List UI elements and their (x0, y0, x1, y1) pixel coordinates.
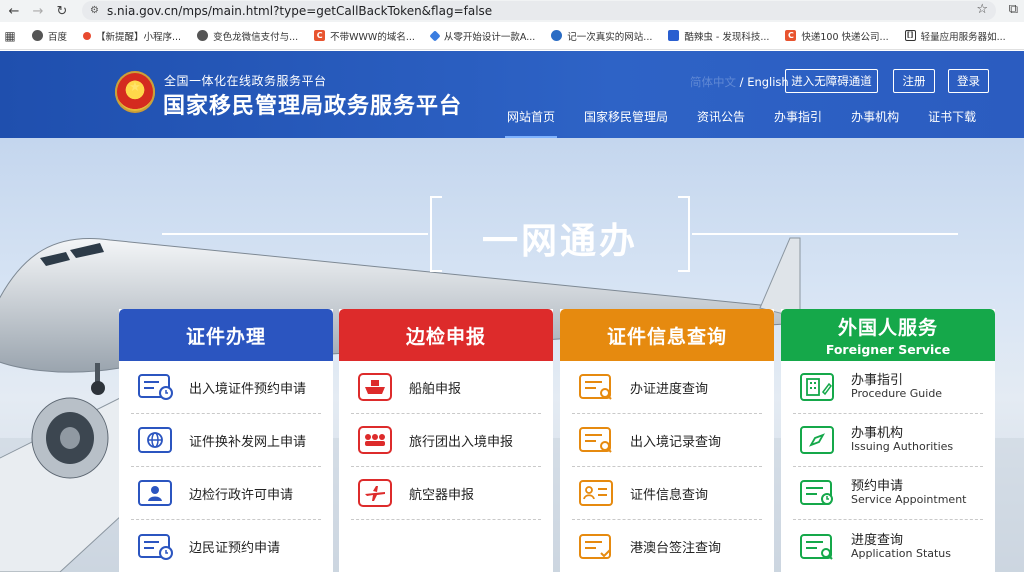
bookmark-item[interactable]: 变色龙微信支付与... (197, 29, 298, 43)
list-item[interactable]: 办事机构 Issuing Authorities (793, 414, 983, 467)
url-text: s.nia.gov.cn/mps/main.html?type=getCallB… (106, 3, 493, 18)
bookmark-item[interactable]: 【新提醒】小程序... (83, 29, 181, 43)
globe-card-icon (138, 427, 172, 453)
diamond-icon (429, 29, 441, 42)
nav-news[interactable]: 资讯公告 (697, 108, 745, 132)
bracket-logo-icon: [] (904, 30, 916, 41)
document-search-icon (800, 533, 833, 560)
nav-offices[interactable]: 办事机构 (851, 108, 899, 132)
officer-card-icon (138, 480, 172, 506)
bug-icon (668, 30, 680, 41)
list-item[interactable]: 预约申请 Service Appointment (793, 467, 983, 520)
hero-heading: 一网通办 (430, 196, 690, 272)
group-icon (358, 426, 392, 454)
reload-icon[interactable]: ↻ (52, 1, 72, 21)
register-button[interactable]: 注册 (893, 69, 935, 93)
nav-cert-download[interactable]: 证书下载 (928, 108, 976, 132)
bookmark-item[interactable]: 从零开始设计一款A... (429, 29, 535, 43)
nav-guide[interactable]: 办事指引 (774, 108, 822, 132)
bookmark-item[interactable]: 酷辣虫 - 发现科技... (668, 29, 769, 43)
page-title: 国家移民管理局政务服务平台 (163, 94, 463, 119)
list-item[interactable]: 港澳台签注查询 (572, 520, 762, 572)
card-header[interactable]: 证件信息查询 (560, 309, 774, 361)
list-item[interactable]: 证件信息查询 (572, 467, 762, 520)
building-pen-icon (800, 373, 834, 401)
document-search-icon (579, 427, 612, 453)
profile-card-icon (579, 480, 613, 506)
main-nav: 网站首页 国家移民管理局 资讯公告 办事指引 办事机构 证书下载 (504, 108, 976, 138)
service-card-certificates: 证件办理 出入境证件预约申请 证件换补发网上申请 边检行政许可申请 边民证预约申… (119, 309, 333, 572)
list-item[interactable]: 办事指引 Procedure Guide (793, 361, 983, 414)
hero-divider-left (162, 233, 428, 235)
card-header[interactable]: 边检申报 (339, 309, 553, 361)
id-card-clock-icon (138, 374, 173, 400)
back-icon[interactable]: ← (4, 1, 24, 21)
service-card-foreigner: 外国人服务 Foreigner Service 办事指引 Procedure Gu… (781, 309, 995, 572)
compass-icon (800, 426, 834, 454)
apps-grid-icon[interactable]: ▦ (2, 29, 18, 43)
site-info-icon[interactable]: ⚙ (90, 5, 99, 16)
list-item[interactable]: 边民证预约申请 (131, 520, 321, 572)
login-button[interactable]: 登录 (948, 69, 989, 93)
service-card-info-query: 证件信息查询 办证进度查询 出入境记录查询 证件信息查询 港澳台签注查询 (560, 309, 774, 572)
lang-chinese-link[interactable]: 简体中文 (690, 75, 736, 89)
extension-icon[interactable]: ⧉ (1009, 2, 1018, 17)
airplane-icon (358, 479, 392, 507)
language-switcher: 简体中文 / English (690, 75, 789, 89)
hero-banner: 一网通办 证件办理 出入境证件预约申请 证件换补发网上申请 边检行政许可申请 边… (0, 138, 1024, 572)
accessible-mode-button[interactable]: 进入无障碍通道 (785, 69, 878, 93)
list-item[interactable]: 出入境证件预约申请 (131, 361, 321, 414)
c-logo-icon: C (785, 30, 797, 41)
service-card-border-declaration: 边检申报 船舶申报 旅行团出入境申报 航空器申报 (339, 309, 553, 572)
c-logo-icon: C (314, 30, 326, 41)
card-header[interactable]: 证件办理 (119, 309, 333, 361)
id-card-clock-icon (138, 533, 173, 560)
bookmark-star-icon[interactable]: ☆ (976, 2, 988, 17)
nav-home[interactable]: 网站首页 (504, 108, 558, 138)
bookmark-item[interactable]: 百度 (32, 29, 67, 43)
bookmark-item[interactable]: C 快递100 快递公司... (785, 29, 889, 43)
list-item[interactable]: 证件换补发网上申请 (131, 414, 321, 467)
list-item[interactable]: 出入境记录查询 (572, 414, 762, 467)
bookmark-item[interactable]: C 不带WWW的域名... (314, 29, 415, 43)
bookmark-item[interactable]: [] 轻量应用服务器如... (904, 29, 1006, 43)
platform-subtitle: 全国一体化在线政务服务平台 (164, 74, 327, 88)
document-clock-icon (800, 480, 833, 505)
circle-logo-icon (551, 30, 563, 41)
bookmark-item[interactable]: 记一次真实的网站... (551, 29, 652, 43)
national-emblem-icon: ★ (115, 71, 155, 113)
card-header[interactable]: 外国人服务 Foreigner Service (781, 309, 995, 361)
list-item[interactable]: 边检行政许可申请 (131, 467, 321, 520)
nav-nia[interactable]: 国家移民管理局 (584, 108, 668, 132)
document-search-icon (579, 374, 612, 400)
globe-icon (197, 30, 209, 41)
forward-icon[interactable]: → (28, 1, 48, 21)
flame-icon (83, 31, 92, 40)
list-item[interactable]: 办证进度查询 (572, 361, 762, 414)
list-item[interactable]: 船舶申报 (351, 361, 541, 414)
hero-divider-right (692, 233, 958, 235)
list-item[interactable]: 航空器申报 (351, 467, 541, 520)
document-check-icon (579, 533, 611, 559)
address-bar[interactable]: ⚙ s.nia.gov.cn/mps/main.html?type=getCal… (82, 1, 996, 20)
browser-toolbar: ← → ↻ ⚙ s.nia.gov.cn/mps/main.html?type=… (0, 0, 1024, 22)
list-item[interactable]: 进度查询 Application Status (793, 520, 983, 572)
bookmarks-bar: ▦ 百度 【新提醒】小程序... 变色龙微信支付与... C 不带WWW的域名..… (0, 22, 1024, 50)
site-header: ★ 全国一体化在线政务服务平台 国家移民管理局政务服务平台 简体中文 / Eng… (0, 51, 1024, 138)
lang-english-link[interactable]: English (747, 75, 789, 89)
list-item[interactable]: 旅行团出入境申报 (351, 414, 541, 467)
ship-icon (358, 373, 392, 401)
globe-icon (32, 30, 43, 41)
